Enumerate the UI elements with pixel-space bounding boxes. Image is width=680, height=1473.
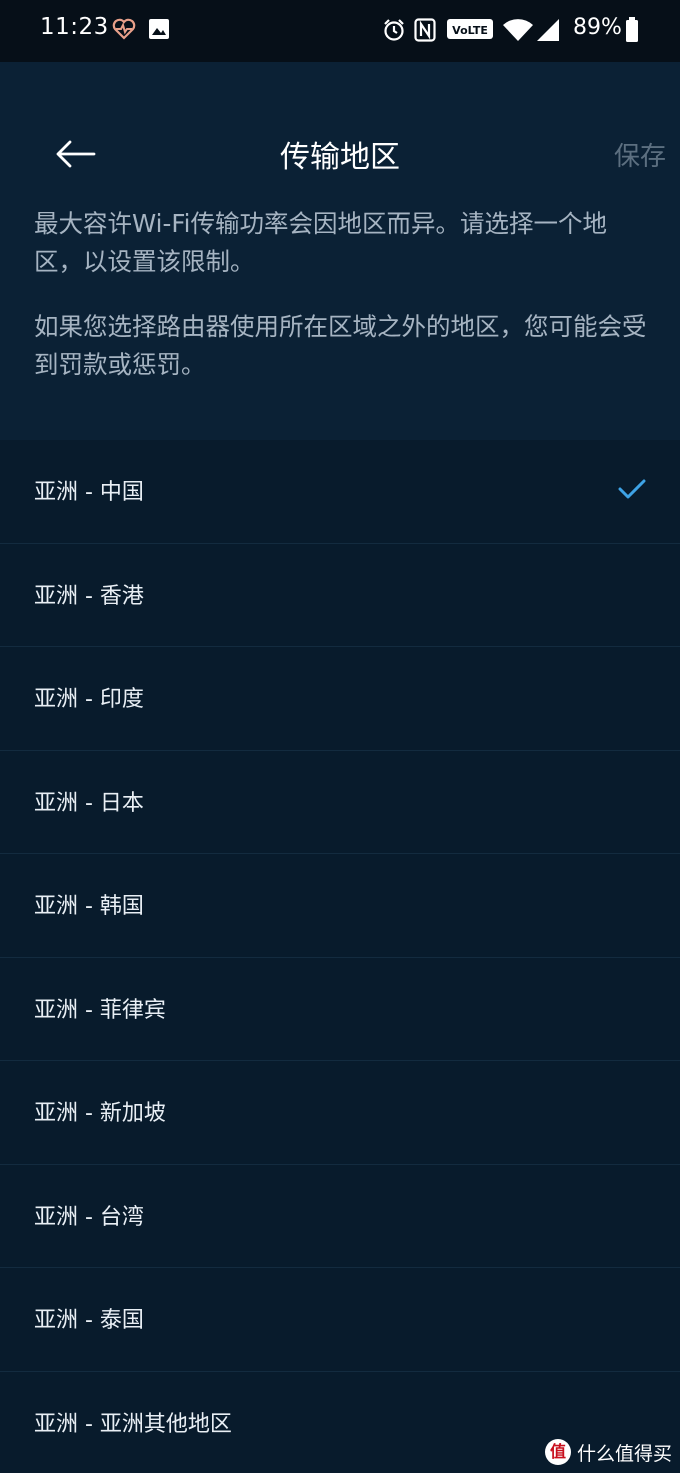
heart-pulse-icon (112, 18, 136, 40)
region-item-japan[interactable]: 亚洲 - 日本 (0, 751, 680, 854)
watermark: 值 什么值得买 (544, 1435, 672, 1469)
region-item-singapore[interactable]: 亚洲 - 新加坡 (0, 1061, 680, 1165)
checkmark-icon (618, 479, 646, 499)
image-icon (149, 19, 169, 39)
page-title: 传输地区 (280, 140, 400, 175)
nfc-icon (414, 18, 436, 42)
region-label: 亚洲 - 菲律宾 (34, 997, 166, 1023)
app-header: 传输地区 保存 最大容许Wi-Fi传输功率会因地区而异。请选择一个地区，以设置该… (0, 62, 680, 440)
region-label: 亚洲 - 泰国 (34, 1308, 144, 1333)
region-label: 亚洲 - 印度 (34, 687, 144, 712)
region-label: 亚洲 - 香港 (34, 583, 144, 609)
watermark-text: 什么值得买 (576, 1442, 672, 1465)
region-label: 亚洲 - 台湾 (34, 1204, 144, 1230)
battery-percent: 89% (573, 15, 622, 40)
volte-icon: VoLTE (447, 19, 493, 39)
page: 11:23 VoLTE 89% 传输地区 保存 最大容许Wi-Fi传输功率会因地… (0, 0, 680, 1473)
battery-icon (626, 17, 638, 42)
wifi-icon (503, 19, 533, 41)
region-label: 亚洲 - 新加坡 (34, 1101, 166, 1126)
region-list: 亚洲 - 中国 亚洲 - 香港 亚洲 - 印度 亚洲 - 日本 亚洲 - 韩国 … (0, 440, 680, 1473)
alarm-icon (384, 19, 404, 41)
save-button[interactable]: 保存 (614, 136, 666, 173)
region-item-china[interactable]: 亚洲 - 中国 (0, 440, 680, 544)
description-paragraph-1: 最大容许Wi-Fi传输功率会因地区而异。请选择一个地区，以设置该限制。 (34, 209, 607, 276)
watermark-logo: 值 (544, 1439, 571, 1465)
region-item-taiwan[interactable]: 亚洲 - 台湾 (0, 1165, 680, 1268)
region-label: 亚洲 - 韩国 (34, 894, 144, 919)
back-arrow-icon[interactable] (48, 136, 104, 172)
description-paragraph-2: 如果您选择路由器使用所在区域之外的地区，您可能会受到罚款或惩罚。 (34, 312, 647, 379)
region-item-korea[interactable]: 亚洲 - 韩国 (0, 854, 680, 958)
region-label: 亚洲 - 日本 (34, 790, 144, 816)
signal-icon (537, 19, 559, 41)
region-label: 亚洲 - 亚洲其他地区 (34, 1411, 232, 1437)
region-label: 亚洲 - 中国 (34, 480, 144, 505)
svg-text:VoLTE: VoLTE (452, 24, 488, 37)
region-item-thailand[interactable]: 亚洲 - 泰国 (0, 1268, 680, 1372)
region-item-india[interactable]: 亚洲 - 印度 (0, 647, 680, 751)
region-item-hongkong[interactable]: 亚洲 - 香港 (0, 544, 680, 647)
region-item-philippines[interactable]: 亚洲 - 菲律宾 (0, 958, 680, 1061)
status-bar: 11:23 VoLTE 89% (0, 0, 680, 62)
status-time: 11:23 (40, 14, 109, 40)
